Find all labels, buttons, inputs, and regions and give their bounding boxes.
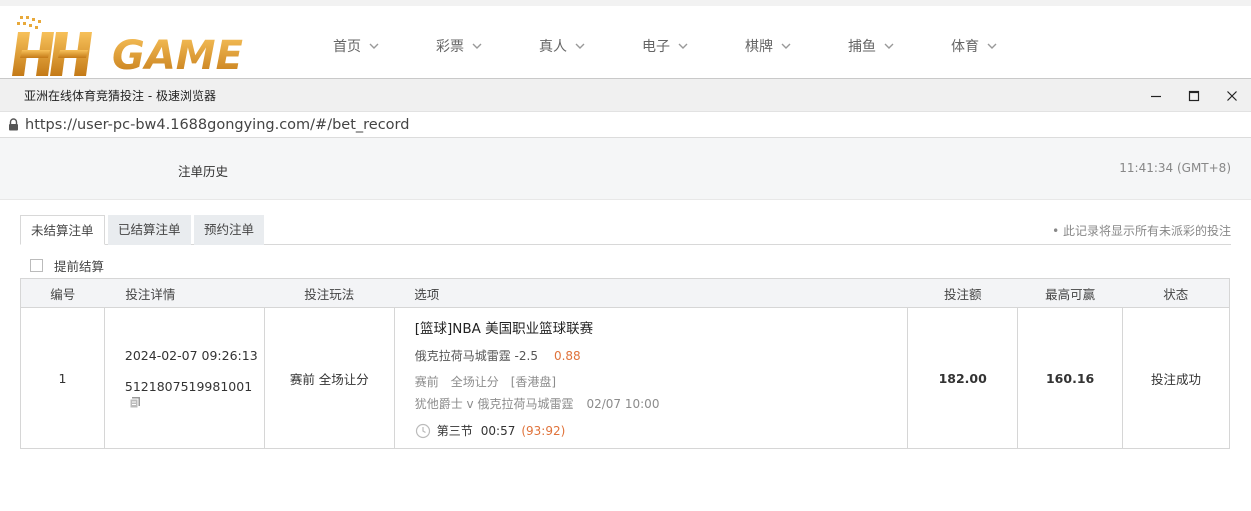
window-title: 亚洲在线体育竞猜投注 - 极速浏览器 [24,88,216,103]
col-header-max-win: 最高可赢 [1017,278,1123,308]
col-header-no: 编号 [20,278,105,308]
bet-tabs: 未结算注单 已结算注单 预约注单 • 此记录将显示所有未派彩的投注 [20,215,1231,245]
game-clock: 00:57 [480,423,516,438]
col-header-play: 投注玩法 [264,278,395,308]
main-nav: 首页 彩票 真人 电子 棋牌 捕鱼 体育 [333,36,1054,56]
chevron-down-icon [472,43,482,49]
league-name: [篮球]NBA 美国职业篮球联赛 [414,321,594,337]
svg-text:GAME: GAME [112,33,243,79]
table-header-row: 编号 投注详情 投注玩法 选项 投注额 最高可赢 状态 [20,278,1230,308]
cell-status: 投注成功 [1122,307,1230,449]
pick: 俄克拉荷马城雷霆 -2.5 [414,349,538,363]
tab-reserved[interactable]: 预约注单 [194,215,265,245]
nav-item-cards[interactable]: 棋牌 [745,36,848,56]
chevron-down-icon [369,43,379,49]
clock-icon [415,423,430,438]
chevron-down-icon [781,43,791,49]
chevron-down-icon [987,43,997,49]
nav-item-slots[interactable]: 电子 [642,36,745,56]
address-bar[interactable]: https://user-pc-bw4.1688gongying.com/#/b… [0,112,1251,138]
match-line: 犹他爵士 v 俄克拉荷马城雷霆 02/07 10:00 [415,395,908,412]
col-header-stake: 投注额 [907,278,1018,308]
nav-label: 彩票 [436,39,464,55]
nav-label: 体育 [951,39,979,55]
close-icon [1227,90,1237,101]
cell-play: 赛前 全场让分 [263,307,395,449]
minimize-icon [1151,95,1161,97]
lock-icon [9,118,18,131]
tab-unsettled[interactable]: 未结算注单 [20,215,105,245]
maximize-icon [1188,90,1200,101]
col-header-status: 状态 [1122,278,1230,308]
chevron-down-icon [678,43,688,49]
table-row: 1 2024-02-07 09:26:13 5121807519981001 赛… [20,307,1230,449]
chevron-down-icon [884,43,894,49]
period: 第三节 [436,424,473,438]
col-header-selection: 选项 [394,278,908,308]
cell-stake: 182.00 [907,307,1019,449]
url-text: https://user-pc-bw4.1688gongying.com/#/b… [25,116,410,133]
chevron-down-icon [575,43,585,49]
cell-detail: 2024-02-07 09:26:13 5121807519981001 [103,307,265,449]
minimize-button[interactable] [1137,79,1175,112]
copy-icon[interactable] [129,396,141,408]
window-controls [1137,79,1251,112]
nav-item-home[interactable]: 首页 [333,36,436,56]
early-settle-filter: 提前结算 [30,256,104,275]
order-id-line: 5121807519981001 [125,379,264,409]
early-settle-checkbox[interactable] [30,259,43,272]
order-id: 5121807519981001 [124,378,253,394]
site-header: GAME 首页 彩票 真人 电子 棋牌 捕鱼 体育 [0,0,1251,79]
nav-item-live-casino[interactable]: 真人 [539,36,642,56]
close-button[interactable] [1213,79,1251,112]
nav-label: 电子 [642,39,670,55]
cell-no: 1 [20,307,105,449]
score: (93:92) [521,423,566,438]
nav-label: 棋牌 [745,39,773,55]
odds: 0.88 [553,349,581,363]
nav-label: 首页 [333,39,361,55]
server-clock: 11:41:34 (GMT+8) [1119,161,1231,175]
site-logo[interactable]: GAME [12,14,278,84]
bet-time: 2024-02-07 09:26:13 [124,347,258,363]
early-settle-label: 提前结算 [54,259,105,274]
cell-selection: [篮球]NBA 美国职业篮球联赛 俄克拉荷马城雷霆 -2.5 0.88 赛前 全场… [393,307,909,449]
pick-line: 俄克拉荷马城雷霆 -2.5 0.88 [415,347,908,364]
nav-item-lottery[interactable]: 彩票 [436,36,539,56]
nav-label: 真人 [539,39,567,55]
maximize-button[interactable] [1175,79,1213,112]
live-status: 第三节 00:57 (93:92) [415,422,908,439]
page-title: 注单历史 [178,164,229,179]
tab-note: • 此记录将显示所有未派彩的投注 [1052,224,1231,238]
nav-label: 捕鱼 [848,39,876,55]
nav-item-sports[interactable]: 体育 [951,36,1054,56]
nav-item-fishing[interactable]: 捕鱼 [848,36,951,56]
market: 赛前 全场让分 [香港盘] [414,375,557,389]
tab-settled[interactable]: 已结算注单 [108,215,191,245]
match-time: 02/07 10:00 [586,397,660,411]
page-header: 注单历史 11:41:34 (GMT+8) [0,138,1251,200]
match: 犹他爵士 v 俄克拉荷马城雷霆 [414,397,574,411]
window-titlebar[interactable]: 亚洲在线体育竞猜投注 - 极速浏览器 [0,79,1251,112]
cell-max-win: 160.16 [1017,307,1124,449]
col-header-detail: 投注详情 [104,278,265,308]
bet-table: 编号 投注详情 投注玩法 选项 投注额 最高可赢 状态 1 2024-02-07… [20,278,1230,449]
